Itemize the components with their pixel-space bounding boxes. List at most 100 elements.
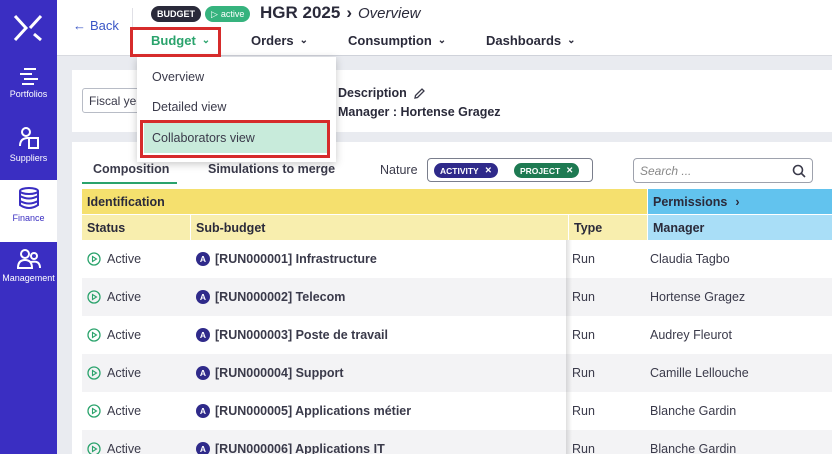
column-header-type[interactable]: Type xyxy=(568,215,647,240)
sidebar-item-label: Management xyxy=(2,273,55,283)
status-badge-label: active xyxy=(220,9,245,19)
sub-budget-cell[interactable]: A [RUN000004] Support xyxy=(196,354,344,392)
status-text: Active xyxy=(107,252,142,266)
app-logo-icon[interactable] xyxy=(12,12,44,44)
sub-budget-cell[interactable]: A [RUN000003] Poste de travail xyxy=(196,316,388,354)
finance-coins-icon xyxy=(18,187,39,209)
suppliers-icon xyxy=(18,127,39,149)
manager-cell: Blanche Gardin xyxy=(650,404,737,418)
activity-badge: A xyxy=(196,252,210,266)
arrow-left-icon: ← xyxy=(73,18,86,33)
column-header-status[interactable]: Status xyxy=(82,215,191,240)
activity-badge: A xyxy=(196,328,210,342)
status-text: Active xyxy=(107,366,142,380)
status-cell: Active xyxy=(87,354,141,392)
type-cell: Run xyxy=(572,290,595,304)
sidebar-item-management[interactable]: Management xyxy=(0,242,57,304)
tab-orders[interactable]: Orders ⌄ xyxy=(251,33,308,48)
highlight-budget-tab xyxy=(130,27,221,57)
chip-label: ACTIVITY xyxy=(440,165,479,176)
activity-badge: A xyxy=(196,290,210,304)
tab-label: Dashboards xyxy=(486,33,562,48)
description-text: Description xyxy=(338,86,407,100)
chevron-right-icon: › xyxy=(735,194,740,209)
status-text: Active xyxy=(107,442,142,454)
chip-label: PROJECT xyxy=(520,165,561,176)
tab-dashboards[interactable]: Dashboards ⌄ xyxy=(486,33,576,48)
composition-tab-underline xyxy=(82,182,177,184)
sub-budget-cell[interactable]: A [RUN000005] Applications métier xyxy=(196,392,411,430)
column-header-manager[interactable]: Manager xyxy=(648,215,832,240)
composition-panel: Composition Simulations to merge Nature … xyxy=(72,142,832,454)
status-cell: Active xyxy=(87,316,141,354)
chip-activity: ACTIVITY ✕ xyxy=(434,163,498,178)
type-cell: Run xyxy=(572,252,595,266)
activity-badge: A xyxy=(196,442,210,454)
sub-budget-text: [RUN000002] Telecom xyxy=(215,290,346,304)
search-icon[interactable] xyxy=(792,164,806,178)
close-icon[interactable]: ✕ xyxy=(566,165,573,176)
portfolios-icon xyxy=(19,68,38,85)
play-circle-icon xyxy=(87,442,101,454)
table-row[interactable]: Active A [RUN000005] Applications métier Ru… xyxy=(82,392,832,430)
sub-budget-cell[interactable]: A [RUN000001] Infrastructure xyxy=(196,240,377,278)
status-cell: Active xyxy=(87,278,141,316)
search-placeholder: Search ... xyxy=(640,163,692,178)
status-badge: ▷ active xyxy=(205,6,251,22)
activity-badge: A xyxy=(196,404,210,418)
play-circle-icon xyxy=(87,366,101,380)
tab-simulations-to-merge[interactable]: Simulations to merge xyxy=(208,162,335,176)
management-icon xyxy=(16,249,41,269)
description-label: Description xyxy=(338,86,426,100)
column-header-sub-budget[interactable]: Sub-budget xyxy=(191,215,568,240)
status-cell: Active xyxy=(87,430,141,454)
table-row[interactable]: Active A [RUN000003] Poste de travail Run Au… xyxy=(82,316,832,354)
sub-budget-cell[interactable]: A [RUN000002] Telecom xyxy=(196,278,345,316)
status-cell: Active xyxy=(87,240,141,278)
sub-budget-text: [RUN000005] Applications métier xyxy=(215,404,412,418)
tab-composition[interactable]: Composition xyxy=(93,162,169,176)
chevron-down-icon: ⌄ xyxy=(567,35,576,46)
activity-badge: A xyxy=(196,366,210,380)
sidebar-item-portfolios[interactable]: Portfolios xyxy=(0,60,57,122)
sub-budget-text: [RUN000001] Infrastructure xyxy=(215,252,377,266)
sidebar-item-label: Portfolios xyxy=(9,89,48,99)
table-row[interactable]: Active A [RUN000004] Support Run Camille Lel… xyxy=(82,354,832,392)
page-title: HGR 2025 › Overview xyxy=(260,3,421,23)
play-circle-icon xyxy=(87,404,101,418)
frozen-columns-shadow xyxy=(566,240,572,454)
back-button[interactable]: ← Back xyxy=(73,18,119,33)
edit-pencil-icon[interactable] xyxy=(413,87,426,100)
page-title-sub: Overview xyxy=(358,4,421,22)
manager-line: Manager : Hortense Gragez xyxy=(338,105,501,119)
sidebar-item-suppliers[interactable]: Suppliers xyxy=(0,120,57,182)
type-cell: Run xyxy=(572,442,595,454)
menu-item-detailed-view[interactable]: Detailed view xyxy=(137,92,336,122)
group-header-identification-ext xyxy=(568,189,647,214)
play-circle-icon xyxy=(87,290,101,304)
type-cell: Run xyxy=(572,366,595,380)
status-text: Active xyxy=(107,290,142,304)
sub-budget-text: [RUN000006] Applications IT xyxy=(215,442,385,454)
manager-cell: Claudia Tagbo xyxy=(650,252,730,266)
sub-budget-cell[interactable]: A [RUN000006] Applications IT xyxy=(196,430,385,454)
nature-filter[interactable]: ACTIVITY ✕ PROJECT ✕ xyxy=(427,158,593,182)
type-badge: BUDGET xyxy=(151,6,201,22)
chevron-right-icon: › xyxy=(346,3,352,22)
sidebar-item-finance[interactable]: Finance xyxy=(0,180,57,242)
table-row[interactable]: Active A [RUN000002] Telecom Run Hortense Gr… xyxy=(82,278,832,316)
group-header-identification: Identification xyxy=(82,189,568,214)
highlight-collaborators-view xyxy=(140,120,330,158)
search-input[interactable]: Search ... xyxy=(633,158,813,183)
tab-label: Orders xyxy=(251,33,294,48)
table-row[interactable]: Active A [RUN000001] Infrastructure Run Clau… xyxy=(82,240,832,278)
table-row[interactable]: Active A [RUN000006] Applications IT Run Bla… xyxy=(82,430,832,454)
manager-cell: Blanche Gardin xyxy=(650,442,737,454)
menu-item-overview[interactable]: Overview xyxy=(137,62,336,92)
chevron-down-icon: ⌄ xyxy=(299,35,309,46)
tab-consumption[interactable]: Consumption ⌄ xyxy=(348,33,446,48)
group-header-permissions[interactable]: Permissions › xyxy=(648,189,832,214)
manager-cell: Camille Lellouche xyxy=(650,366,749,380)
status-text: Active xyxy=(107,328,142,342)
close-icon[interactable]: ✕ xyxy=(485,165,492,176)
